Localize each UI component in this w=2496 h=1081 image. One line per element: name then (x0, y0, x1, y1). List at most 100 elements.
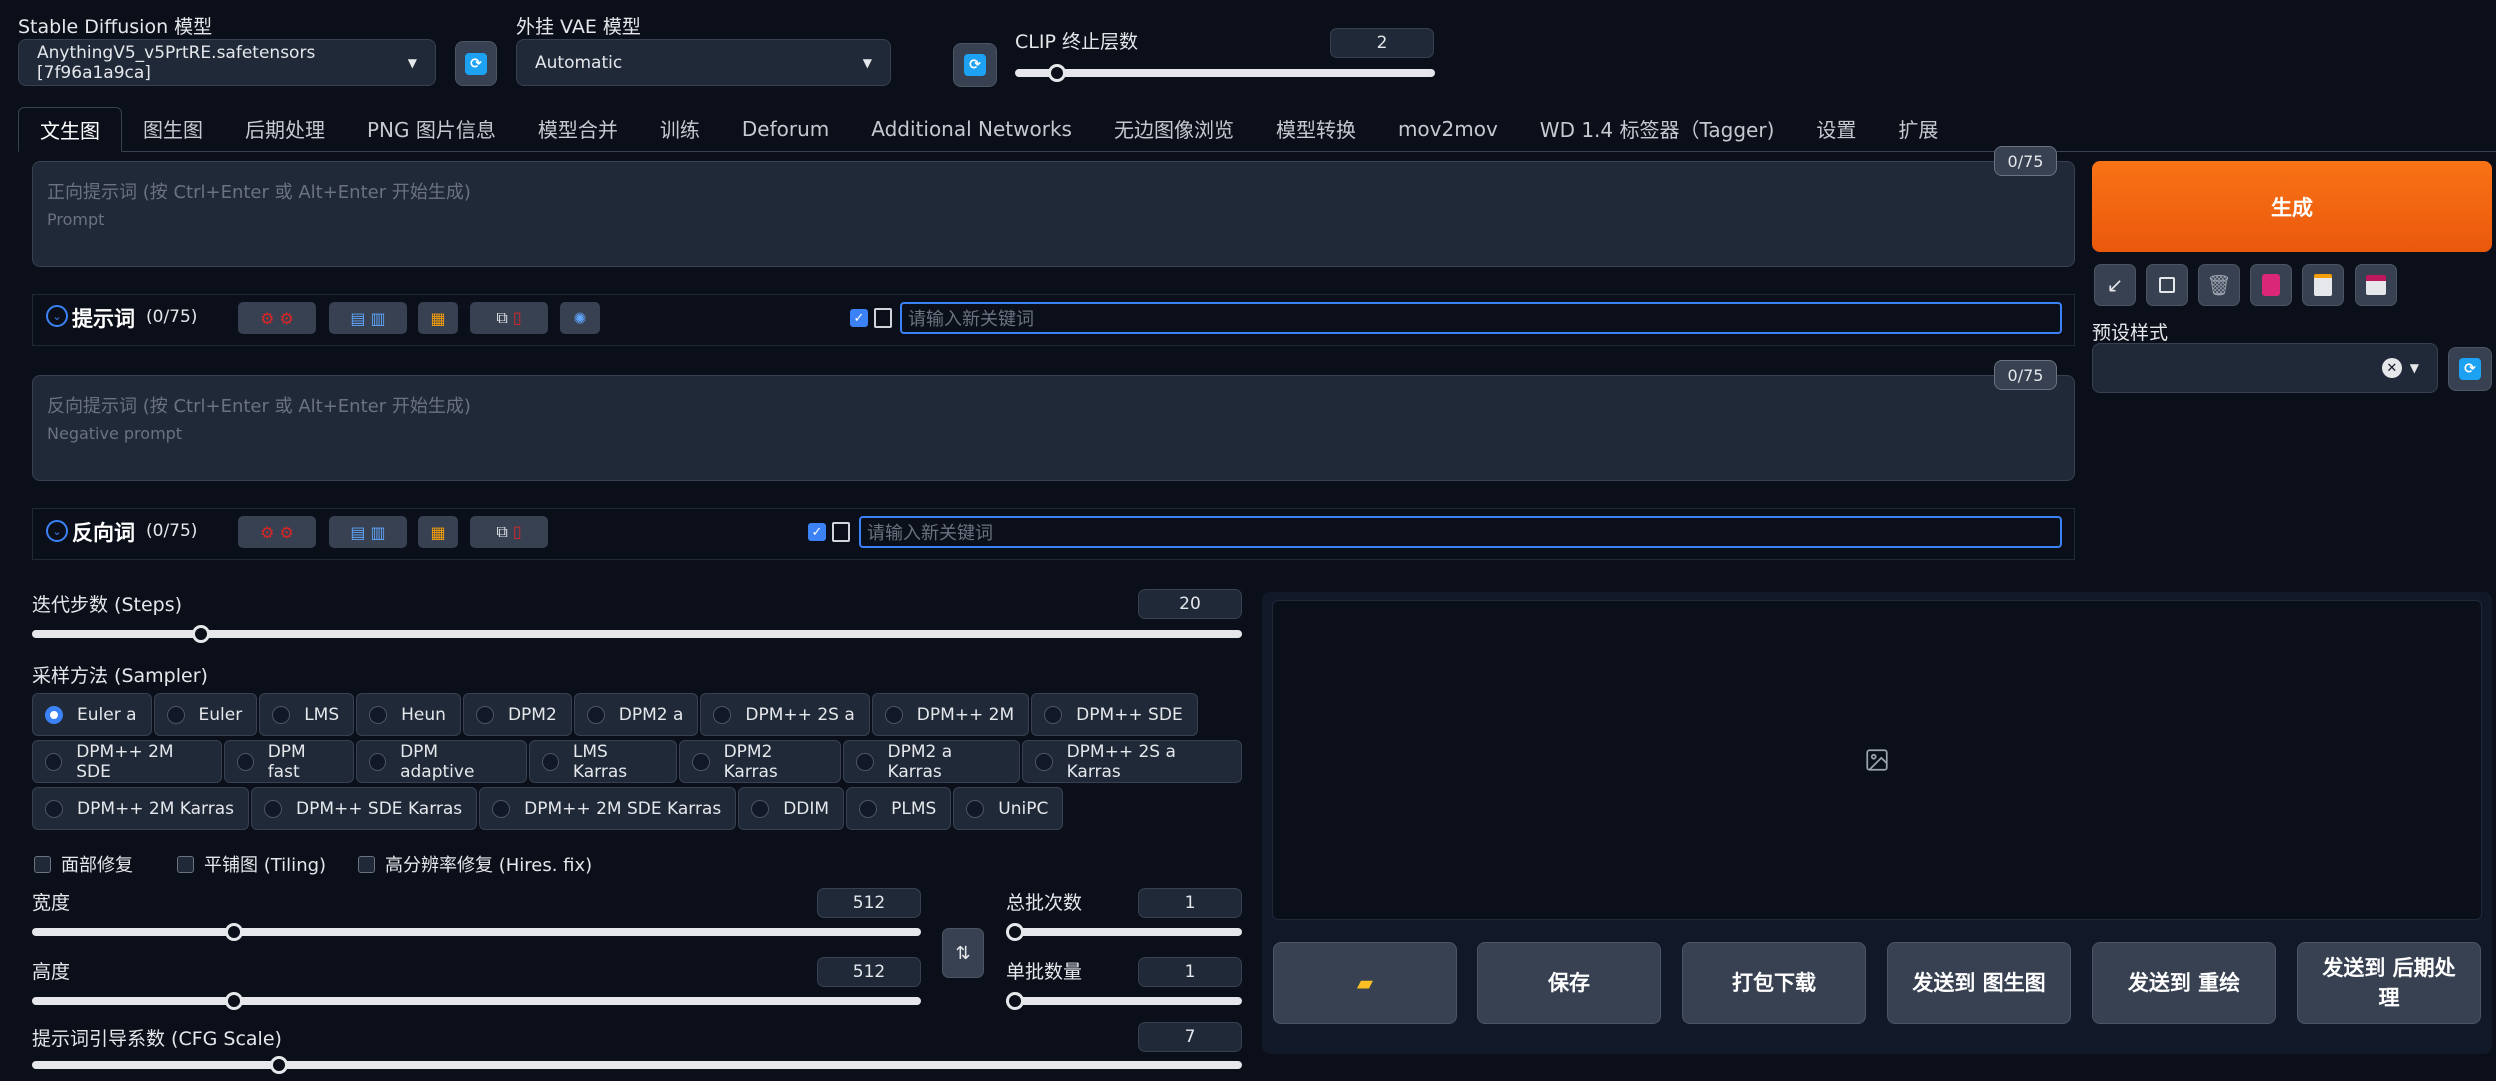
tab-img2img[interactable]: 图生图 (122, 106, 224, 151)
tab-settings[interactable]: 设置 (1795, 106, 1877, 151)
refresh-sd-model-button[interactable]: ⟳ (455, 41, 497, 86)
slider-thumb[interactable] (191, 625, 210, 643)
prompt-keyword-checkbox[interactable]: ✓ (850, 309, 868, 327)
styles-select[interactable]: ✕ ▼ (2092, 343, 2438, 393)
negative-history-button[interactable]: ▤ ▥ (329, 516, 407, 548)
sampler-option[interactable]: DPM adaptive (355, 740, 527, 783)
sampler-option[interactable]: DPM++ SDE (1031, 693, 1198, 736)
tab-png-info[interactable]: PNG 图片信息 (346, 106, 517, 151)
hires-fix-checkbox[interactable]: 高分辨率修复 (Hires. fix) (358, 851, 592, 877)
cfg-slider[interactable] (32, 1056, 1242, 1074)
batch-size-number[interactable]: 1 (1138, 957, 1242, 987)
trash-button[interactable]: 🗑 (2198, 264, 2240, 306)
sampler-option[interactable]: DDIM (738, 787, 845, 830)
slider-thumb[interactable] (270, 1056, 289, 1074)
negative-prompt-textarea[interactable]: 反向提示词 (按 Ctrl+Enter 或 Alt+Enter 开始生成) Ne… (32, 375, 2075, 481)
sampler-option[interactable]: DPM++ 2M SDE Karras (479, 787, 737, 830)
sampler-option[interactable]: DPM++ 2M Karras (32, 787, 250, 830)
negative-copy-delete-button[interactable]: ⧉ ▯ (470, 516, 548, 548)
width-number[interactable]: 512 (817, 888, 921, 918)
read-params-button[interactable]: ↙ (2094, 264, 2136, 306)
restore-faces-checkbox[interactable]: 面部修复 (34, 851, 133, 877)
refresh-vae-button[interactable]: ⟳ (953, 43, 997, 87)
prompt-textarea[interactable]: 正向提示词 (按 Ctrl+Enter 或 Alt+Enter 开始生成) Pr… (32, 161, 2075, 267)
negative-keyword-checkbox[interactable]: ✓ (808, 523, 826, 541)
send-to-inpaint-button[interactable]: 发送到 重绘 (2092, 942, 2276, 1024)
prompt-translate-button[interactable]: ⚙ ⚙ (238, 302, 316, 334)
sampler-option[interactable]: DPM2 a Karras (843, 740, 1021, 783)
prompt-history-button[interactable]: ▤ ▥ (329, 302, 407, 334)
prompt-keyword-input[interactable]: 请输入新关键词 (900, 302, 2062, 334)
clear-prompt-button[interactable] (2146, 264, 2188, 306)
refresh-styles-button[interactable]: ⟳ (2448, 347, 2492, 391)
steps-slider[interactable] (32, 625, 1242, 643)
height-slider[interactable] (32, 992, 921, 1010)
slider-thumb[interactable] (1006, 992, 1024, 1010)
sampler-option[interactable]: DPM++ 2S a (700, 693, 870, 736)
clip-skip-number[interactable]: 2 (1330, 28, 1434, 58)
save-style-button[interactable] (2355, 264, 2397, 306)
cfg-number[interactable]: 7 (1138, 1022, 1242, 1052)
sampler-option[interactable]: Euler a (32, 693, 152, 736)
paste-style-button[interactable] (2302, 264, 2344, 306)
width-slider[interactable] (32, 923, 921, 941)
extra-networks-button[interactable] (2250, 264, 2292, 306)
sampler-option[interactable]: UniPC (953, 787, 1064, 830)
tab-tagger[interactable]: WD 1.4 标签器（Tagger) (1519, 106, 1796, 151)
generate-button[interactable]: 生成 (2092, 161, 2492, 252)
prompt-ai-button[interactable]: ✺ (560, 302, 600, 334)
sd-model-select[interactable]: AnythingV5_v5PrtRE.safetensors [7f96a1a9… (18, 39, 436, 86)
output-gallery[interactable] (1272, 600, 2482, 920)
sampler-option[interactable]: DPM fast (223, 740, 354, 783)
sampler-option[interactable]: DPM2 (462, 693, 572, 736)
steps-number[interactable]: 20 (1138, 589, 1242, 619)
slider-thumb[interactable] (225, 992, 244, 1010)
sampler-option[interactable]: LMS (259, 693, 355, 736)
panel-toggle-icon[interactable] (874, 308, 892, 328)
slider-thumb[interactable] (225, 923, 244, 941)
batch-count-number[interactable]: 1 (1138, 888, 1242, 918)
negative-keyword-input[interactable]: 请输入新关键词 (859, 516, 2062, 548)
tab-train[interactable]: 训练 (639, 106, 721, 151)
tab-extras[interactable]: 后期处理 (224, 106, 346, 151)
batch-size-slider[interactable] (1006, 992, 1242, 1010)
clip-skip-slider[interactable] (1015, 64, 1435, 82)
sampler-option[interactable]: Heun (356, 693, 461, 736)
sampler-option[interactable]: PLMS (846, 787, 952, 830)
zip-download-button[interactable]: 打包下载 (1682, 942, 1866, 1024)
height-number[interactable]: 512 (817, 957, 921, 987)
tab-mov2mov[interactable]: mov2mov (1377, 106, 1519, 151)
sampler-option[interactable]: DPM2 Karras (679, 740, 842, 783)
tab-extensions[interactable]: 扩展 (1877, 106, 1959, 151)
collapse-icon[interactable]: ⌄ (46, 305, 68, 327)
collapse-icon[interactable]: ⌄ (46, 520, 68, 542)
sampler-option[interactable]: LMS Karras (528, 740, 678, 783)
sampler-option[interactable]: DPM++ 2M SDE (32, 740, 222, 783)
negative-ab-button[interactable]: ▦ (418, 516, 458, 548)
slider-thumb[interactable] (1006, 923, 1024, 941)
prompt-ab-button[interactable]: ▦ (418, 302, 458, 334)
sampler-option[interactable]: Euler (153, 693, 258, 736)
tab-deforum[interactable]: Deforum (721, 106, 850, 151)
swap-dimensions-button[interactable]: ⇅ (942, 928, 984, 978)
tab-txt2img[interactable]: 文生图 (18, 107, 122, 152)
slider-thumb[interactable] (1048, 64, 1067, 82)
tab-image-browser[interactable]: 无边图像浏览 (1093, 106, 1255, 151)
sampler-option[interactable]: DPM++ 2S a Karras (1022, 740, 1243, 783)
tab-model-convert[interactable]: 模型转换 (1255, 106, 1377, 151)
send-to-img2img-button[interactable]: 发送到 图生图 (1887, 942, 2071, 1024)
tab-merge[interactable]: 模型合并 (517, 106, 639, 151)
clear-icon[interactable]: ✕ (2381, 358, 2402, 378)
sampler-option[interactable]: DPM2 a (573, 693, 699, 736)
open-folder-button[interactable]: ▰ (1273, 942, 1457, 1024)
send-to-extras-button[interactable]: 发送到 后期处 理 (2297, 942, 2481, 1024)
tiling-checkbox[interactable]: 平铺图 (Tiling) (177, 851, 326, 877)
sampler-option[interactable]: DPM++ SDE Karras (251, 787, 478, 830)
sampler-option[interactable]: DPM++ 2M (871, 693, 1030, 736)
prompt-copy-delete-button[interactable]: ⧉ ▯ (470, 302, 548, 334)
batch-count-slider[interactable] (1006, 923, 1242, 941)
vae-select[interactable]: Automatic ▼ (516, 39, 891, 86)
panel-toggle-icon[interactable] (832, 522, 850, 542)
save-button[interactable]: 保存 (1477, 942, 1661, 1024)
negative-translate-button[interactable]: ⚙ ⚙ (238, 516, 316, 548)
